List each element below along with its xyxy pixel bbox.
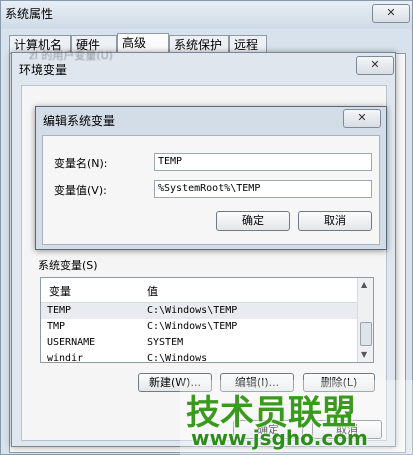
user-variables-label: zl 的用户变量(U) bbox=[29, 49, 113, 62]
table-row[interactable]: windir C:\Windows bbox=[41, 351, 359, 363]
vertical-scrollbar[interactable]: ▲ ▼ bbox=[357, 278, 373, 362]
variable-name-label: 变量名(N): bbox=[54, 157, 108, 170]
scroll-down-icon[interactable]: ▼ bbox=[361, 350, 367, 359]
watermark-url: www.jsgho.com bbox=[191, 426, 368, 450]
edit-cancel-button[interactable]: 取消 bbox=[298, 211, 372, 231]
row-variable-name: USERNAME bbox=[47, 337, 96, 348]
env-window-title: 环境变量 bbox=[19, 63, 68, 77]
tab-system-protection[interactable]: 系统保护 bbox=[169, 35, 229, 53]
table-row[interactable]: USERNAME SYSTEM bbox=[41, 335, 359, 351]
edit-dialog-body: 变量名(N): TEMP 变量值(V): %SystemRoot%\TEMP 确… bbox=[42, 135, 380, 245]
tab-remote[interactable]: 远程 bbox=[229, 35, 267, 53]
system-properties-titlebar: 系统属性 ✕ bbox=[1, 1, 412, 29]
window-title: 系统属性 bbox=[5, 7, 54, 21]
variable-value-label: 变量值(V): bbox=[54, 184, 107, 197]
edit-ok-button[interactable]: 确定 bbox=[216, 211, 290, 231]
row-variable-name: windir bbox=[47, 353, 84, 363]
table-row[interactable]: TEMP C:\Windows\TEMP bbox=[41, 303, 359, 319]
system-variables-list[interactable]: 变量 值 TEMP C:\Windows\TEMP TMP C:\Windows… bbox=[40, 277, 374, 363]
row-variable-value: C:\Windows\TEMP bbox=[147, 321, 238, 332]
table-row[interactable]: TMP C:\Windows\TEMP bbox=[41, 319, 359, 335]
row-variable-name: TMP bbox=[47, 321, 66, 332]
row-variable-value: SYSTEM bbox=[147, 337, 184, 348]
close-button[interactable]: ✕ bbox=[372, 4, 410, 23]
close-icon: ✕ bbox=[386, 6, 396, 19]
scroll-thumb[interactable] bbox=[360, 322, 372, 346]
scroll-up-icon[interactable]: ▲ bbox=[361, 280, 367, 289]
variable-name-field[interactable]: TEMP bbox=[154, 153, 372, 171]
env-close-button[interactable]: ✕ bbox=[356, 56, 394, 75]
variable-value-field[interactable]: %SystemRoot%\TEMP bbox=[154, 180, 372, 198]
row-variable-name: TEMP bbox=[47, 305, 72, 316]
list-header: 变量 值 bbox=[41, 278, 359, 303]
close-icon: ✕ bbox=[357, 111, 367, 124]
system-variables-label: 系统变量(S) bbox=[38, 259, 98, 272]
column-header-variable[interactable]: 变量 bbox=[49, 283, 71, 299]
tab-advanced[interactable]: 高级 bbox=[117, 33, 169, 54]
edit-close-button[interactable]: ✕ bbox=[343, 109, 381, 128]
edit-dialog-title: 编辑系统变量 bbox=[43, 114, 116, 128]
row-variable-value: C:\Windows\TEMP bbox=[147, 305, 238, 316]
column-header-value[interactable]: 值 bbox=[147, 283, 158, 299]
close-icon: ✕ bbox=[370, 58, 380, 71]
edit-system-variable-dialog: 编辑系统变量 ✕ 变量名(N): TEMP 变量值(V): %SystemRoo… bbox=[35, 106, 387, 250]
row-variable-value: C:\Windows bbox=[147, 353, 208, 363]
